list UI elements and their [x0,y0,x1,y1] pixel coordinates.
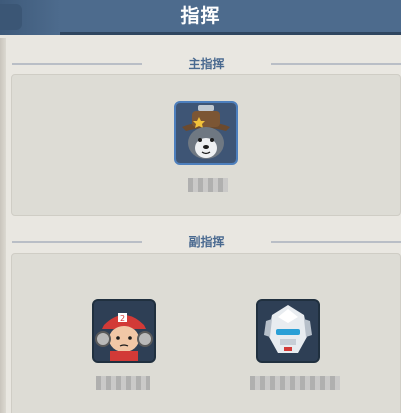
husky-sheriff-portrait [176,103,236,163]
vice-commander-header: 副指挥 [12,234,401,250]
left-rail [0,38,6,413]
svg-text:2: 2 [120,314,125,323]
main-commander-card[interactable] [174,101,238,165]
divider-right [271,63,401,65]
divider-right [271,241,401,243]
vice-commander-card-2[interactable] [256,299,320,363]
vice-commander-name-2-redacted [250,376,340,390]
top-bar: 指挥 [0,0,401,35]
white-mech-portrait [258,301,318,361]
vice-commander-name-1-redacted [96,376,150,390]
main-commander-panel [11,74,401,216]
vice-commander-card-1[interactable]: 2 [92,299,156,363]
vice-commander-panel: 2 [11,253,401,413]
red-cap-boy-portrait: 2 [94,301,154,361]
main-commander-name-redacted [188,178,228,192]
page-title: 指挥 [180,5,221,27]
main-commander-header: 主指挥 [12,56,401,72]
